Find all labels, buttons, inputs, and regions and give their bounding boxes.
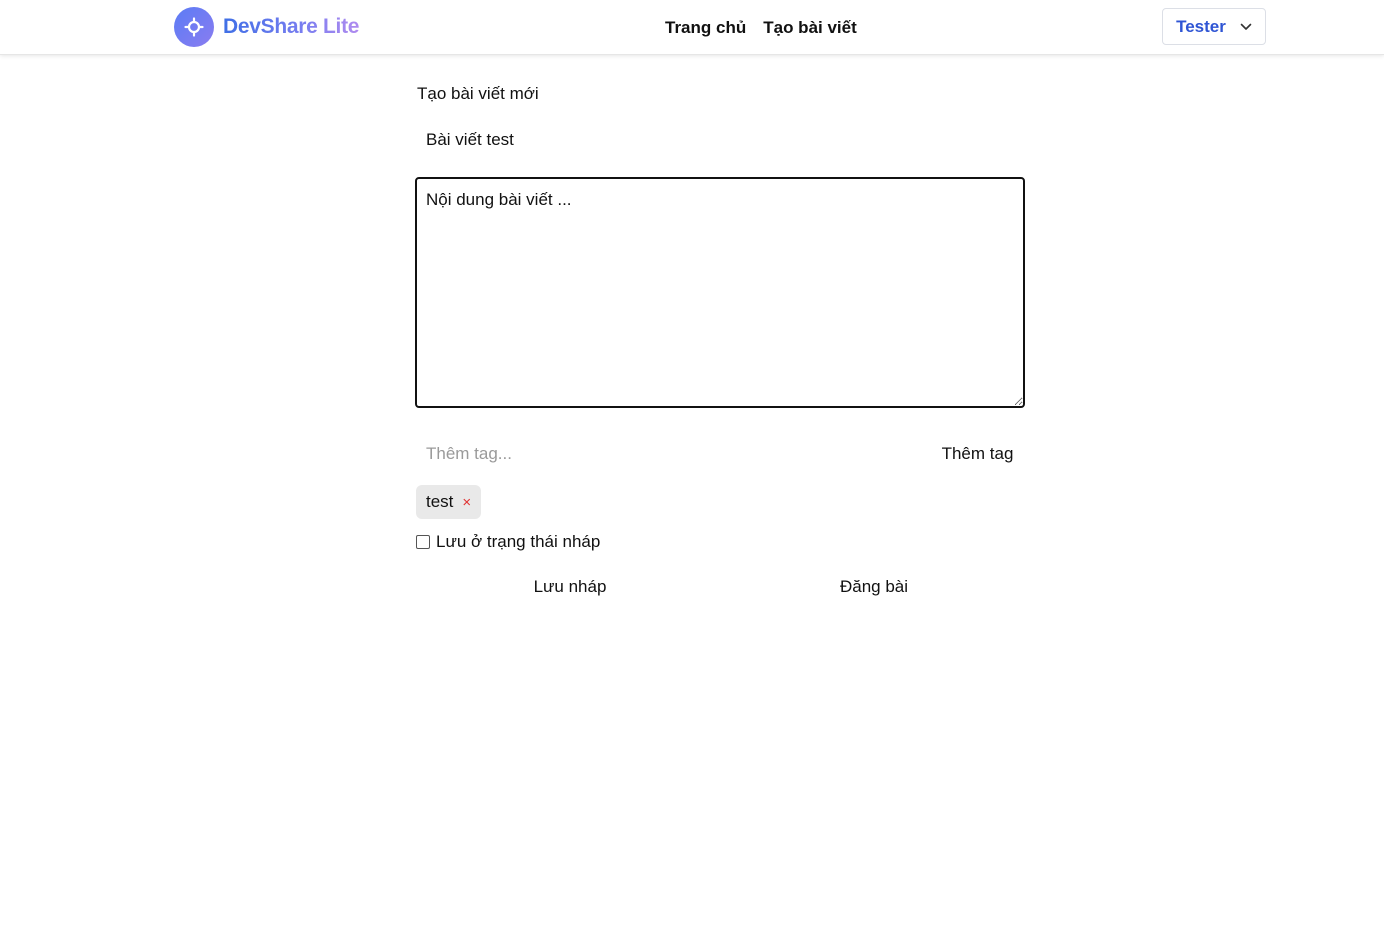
nav-link-home[interactable]: Trang chủ (665, 18, 746, 38)
publish-button[interactable]: Đăng bài (828, 572, 920, 602)
tag-chip: test × (416, 485, 482, 519)
draft-checkbox[interactable] (416, 535, 430, 549)
top-navbar: DevShare Lite Trang chủ Tạo bài viết Tes… (0, 0, 1384, 55)
add-tag-button[interactable]: Thêm tag (930, 439, 1025, 469)
user-name: Tester (1176, 16, 1226, 36)
post-content-textarea[interactable]: Nội dung bài viết ... (415, 177, 1025, 408)
nav-link-create-post[interactable]: Tạo bài viết (763, 18, 857, 38)
draft-checkbox-label: Lưu ở trạng thái nháp (436, 532, 601, 551)
user-menu-dropdown[interactable]: Tester (1162, 8, 1266, 45)
tag-input[interactable] (416, 439, 896, 469)
save-draft-button[interactable]: Lưu nháp (520, 572, 620, 602)
brand-name: DevShare Lite (223, 15, 360, 38)
compass-icon (174, 7, 214, 47)
draft-option[interactable]: Lưu ở trạng thái nháp (416, 530, 600, 554)
post-title-input[interactable] (416, 125, 1024, 155)
form-heading: Tạo bài viết mới (417, 84, 539, 103)
brand-home-link[interactable]: DevShare Lite (174, 7, 359, 47)
tag-chip-label: test (426, 492, 454, 511)
chevron-down-icon (1240, 23, 1252, 30)
main-nav: Trang chủ Tạo bài viết (665, 0, 857, 55)
close-icon[interactable]: × (462, 495, 471, 510)
form-actions: Lưu nháp Đăng bài (416, 572, 1024, 602)
